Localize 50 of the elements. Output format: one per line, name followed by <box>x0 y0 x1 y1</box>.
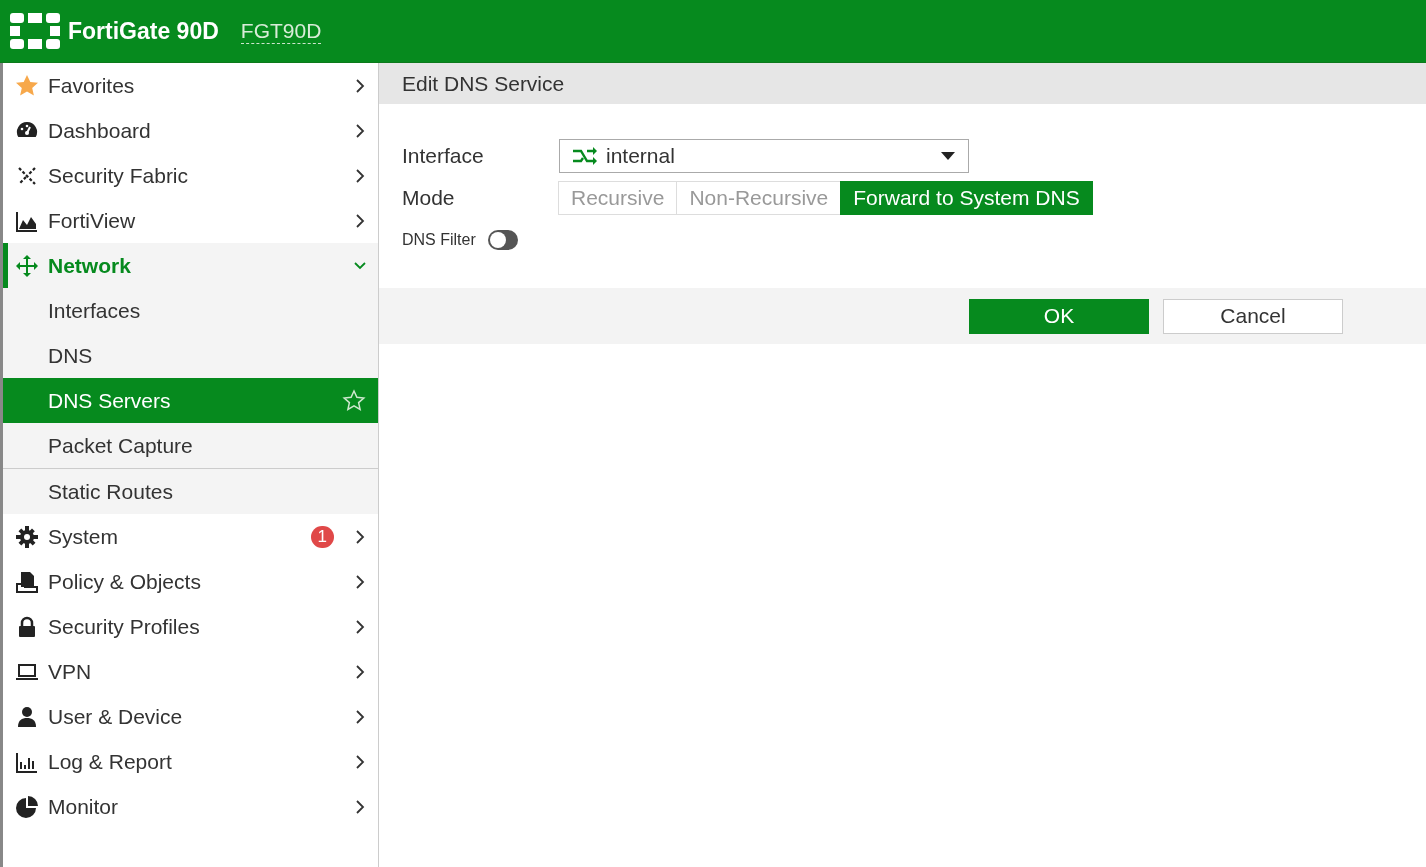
submenu-item[interactable]: DNS <box>3 333 378 378</box>
document-icon <box>15 569 39 594</box>
sidebar-item[interactable]: Dashboard <box>3 108 378 153</box>
chevron-right-icon <box>354 528 366 545</box>
sidebar-item[interactable]: Policy & Objects <box>3 559 378 604</box>
hostname-link[interactable]: FGT90D <box>240 18 322 44</box>
field-label: Mode <box>402 186 456 210</box>
toggle-switch[interactable] <box>487 230 518 250</box>
chevron-right-icon <box>354 753 366 770</box>
chevron-right-icon <box>354 708 366 725</box>
sidebar-item[interactable]: VPN <box>3 649 378 694</box>
chevron-right-icon <box>354 77 366 94</box>
sidebar-item[interactable]: Network <box>3 243 378 288</box>
submenu-item[interactable]: Packet Capture <box>3 423 378 468</box>
mode-option[interactable]: Forward to System DNS <box>840 181 1093 215</box>
sidebar-item[interactable]: FortiView <box>3 198 378 243</box>
submenu-item[interactable]: Interfaces <box>3 288 378 333</box>
chevron-right-icon <box>354 618 366 635</box>
field-label: Interface <box>402 144 485 168</box>
submenu-item[interactable]: DNS Servers <box>3 378 378 423</box>
sidebar-item[interactable]: Security Fabric <box>3 153 378 198</box>
sidebar-item[interactable]: Log & Report <box>3 739 378 784</box>
interface-dropdown[interactable]: internal <box>559 139 969 173</box>
sidebar-item[interactable]: System 1 <box>3 514 378 559</box>
star-icon <box>15 73 39 98</box>
sidebar-item[interactable]: User & Device <box>3 694 378 739</box>
dialog-title: Edit DNS Service <box>379 63 1426 104</box>
pie-chart-icon <box>15 794 39 819</box>
field-label: DNS Filter <box>402 231 476 249</box>
cancel-button[interactable]: Cancel <box>1163 298 1343 334</box>
grid-logo <box>10 13 60 49</box>
submenu-item[interactable]: Static Routes <box>3 468 378 514</box>
chevron-right-icon <box>354 167 366 184</box>
sidebar-item[interactable]: Monitor <box>3 784 378 829</box>
star-outline-icon <box>342 388 366 413</box>
chevron-right-icon <box>354 663 366 680</box>
notification-badge: 1 <box>310 525 334 548</box>
chevron-right-icon <box>354 212 366 229</box>
chevron-right-icon <box>354 798 366 815</box>
caret-down-icon <box>940 151 956 161</box>
sidebar-item[interactable]: Security Profiles <box>3 604 378 649</box>
sidebar-item[interactable]: Favorites <box>3 63 378 108</box>
product-name: FortiGate 90D <box>68 17 219 45</box>
gear-icon <box>15 524 39 549</box>
move-arrows-icon <box>15 253 39 278</box>
ok-button[interactable]: OK <box>969 298 1149 334</box>
chevron-right-icon <box>354 573 366 590</box>
user-icon <box>15 704 39 729</box>
swap-arrows-icon <box>572 147 598 165</box>
chevron-right-icon <box>354 122 366 139</box>
